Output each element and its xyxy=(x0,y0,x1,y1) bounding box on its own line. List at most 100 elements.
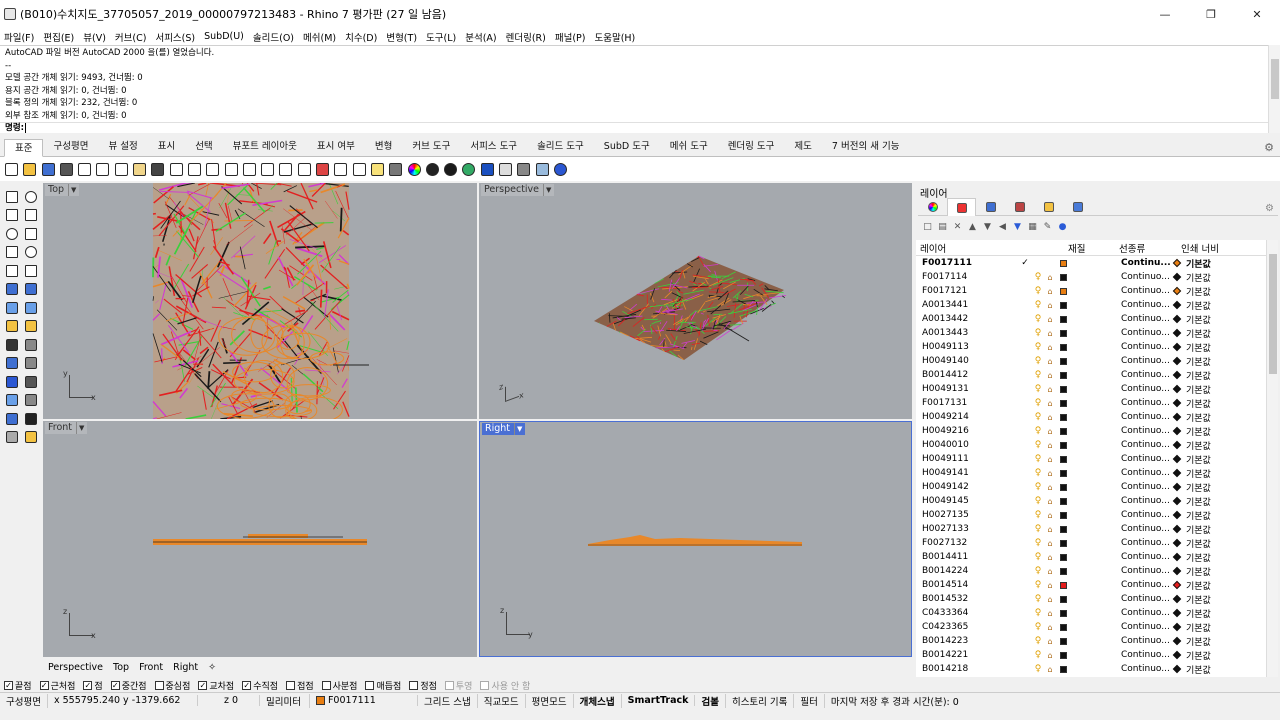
layer-row[interactable]: B0014221 ♀ ⌂ Continuo... 기본값 xyxy=(916,648,1266,662)
viewport-menu-chevron-icon[interactable]: ▼ xyxy=(76,422,84,434)
visibility-bulb-icon[interactable]: ♀ xyxy=(1032,356,1044,366)
cplane-icon[interactable] xyxy=(332,161,349,178)
menu-item-7[interactable]: 메쉬(M) xyxy=(303,30,336,44)
lightbulb-icon[interactable] xyxy=(369,161,386,178)
select-icon[interactable] xyxy=(351,161,368,178)
osnap-8[interactable]: 사분점 xyxy=(321,679,357,692)
viewport-label-right[interactable]: Right ▼ xyxy=(482,423,526,435)
layer-row[interactable]: B0014224 ♀ ⌂ Continuo... 기본값 xyxy=(916,564,1266,578)
layer-linetype[interactable]: Continuo... xyxy=(1121,636,1171,646)
osnap-checkbox[interactable] xyxy=(154,680,164,690)
select-icon[interactable] xyxy=(3,188,20,205)
layer-row[interactable]: H0049141 ♀ ⌂ Continuo... 기본값 xyxy=(916,466,1266,480)
cut-icon[interactable] xyxy=(94,161,111,178)
import-icon[interactable] xyxy=(76,161,93,178)
lock-icon[interactable]: ⌂ xyxy=(1044,637,1056,646)
layer-linetype[interactable]: Continuo... xyxy=(1121,272,1171,282)
tab-2[interactable]: 뷰 설정 xyxy=(98,138,147,156)
tab-14[interactable]: 제도 xyxy=(784,138,821,156)
rotate-view-icon[interactable] xyxy=(186,161,203,178)
circle-icon[interactable] xyxy=(3,225,20,242)
close-button[interactable]: ✕ xyxy=(1234,0,1280,28)
layer-linetype[interactable]: Continuo... xyxy=(1121,594,1171,604)
layer-color-swatch[interactable] xyxy=(1056,595,1070,603)
lock-icon[interactable]: ⌂ xyxy=(1044,273,1056,282)
extrude-icon[interactable] xyxy=(22,299,39,316)
environment-icon[interactable] xyxy=(460,161,477,178)
viewport-front[interactable]: Front ▼ zx xyxy=(43,421,477,657)
history-toggle[interactable]: 히스토리 기록 xyxy=(726,693,795,708)
tab-7[interactable]: 변형 xyxy=(365,138,402,156)
arc-icon[interactable] xyxy=(22,225,39,242)
viewport-label-top[interactable]: Top ▼ xyxy=(45,184,80,196)
zoom-window-icon[interactable] xyxy=(223,161,240,178)
box-icon[interactable] xyxy=(3,281,20,298)
lock-icon[interactable]: ⌂ xyxy=(1044,651,1056,660)
menu-item-12[interactable]: 렌더링(R) xyxy=(506,30,546,44)
layer-linetype[interactable]: Continuo... xyxy=(1121,552,1171,562)
filter-toggle[interactable]: 필터 xyxy=(794,693,825,708)
rectangle-icon[interactable] xyxy=(22,244,39,261)
layer-row[interactable]: H0049145 ♀ ⌂ Continuo... 기본값 xyxy=(916,494,1266,508)
visibility-bulb-icon[interactable]: ♀ xyxy=(1032,510,1044,520)
layer-states-icon[interactable]: ▦ xyxy=(1025,220,1040,234)
lock-icon[interactable]: ⌂ xyxy=(1044,329,1056,338)
pan-icon[interactable] xyxy=(168,161,185,178)
layer-row[interactable]: B0014411 ♀ ⌂ Continuo... 기본값 xyxy=(916,550,1266,564)
fillet-icon[interactable] xyxy=(22,262,39,279)
render-icon[interactable] xyxy=(3,429,20,446)
menu-item-10[interactable]: 도구(L) xyxy=(426,30,456,44)
viewport-menu-chevron-icon[interactable]: ▼ xyxy=(514,423,522,435)
lock-icon[interactable]: ⌂ xyxy=(1044,525,1056,534)
properties-tab-icon[interactable] xyxy=(976,198,1005,216)
viewport-tab-1[interactable]: Top xyxy=(113,662,129,673)
lock-icon[interactable]: ⌂ xyxy=(1044,497,1056,506)
zoom-selected-icon[interactable] xyxy=(259,161,276,178)
layer-row[interactable]: H0049111 ♀ ⌂ Continuo... 기본값 xyxy=(916,452,1266,466)
lock-icon[interactable]: ⌂ xyxy=(1044,343,1056,352)
osnap-checkbox[interactable]: ✓ xyxy=(110,680,120,690)
osnap-0[interactable]: ✓ 끝점 xyxy=(4,679,32,692)
menu-item-1[interactable]: 편집(E) xyxy=(43,30,74,44)
status-cplane[interactable]: 구성평면 xyxy=(0,693,48,708)
tab-4[interactable]: 선택 xyxy=(185,138,222,156)
layer-color-swatch[interactable] xyxy=(1056,441,1070,449)
visibility-bulb-icon[interactable]: ♀ xyxy=(1032,622,1044,632)
visibility-bulb-icon[interactable]: ♀ xyxy=(1032,650,1044,660)
layer-printwidth[interactable]: 기본값 xyxy=(1171,649,1231,662)
layer-color-swatch[interactable] xyxy=(1056,343,1070,351)
copy-icon[interactable] xyxy=(113,161,130,178)
layer-row[interactable]: H0027133 ♀ ⌂ Continuo... 기본값 xyxy=(916,522,1266,536)
osnap-checkbox[interactable]: ✓ xyxy=(83,680,93,690)
lock-icon[interactable]: ⌂ xyxy=(1044,455,1056,464)
lock-icon[interactable]: ⌂ xyxy=(1044,357,1056,366)
visibility-bulb-icon[interactable]: ♀ xyxy=(1032,482,1044,492)
set-view-icon[interactable] xyxy=(314,161,331,178)
layer-printwidth[interactable]: 기본값 xyxy=(1171,621,1231,634)
osnap-checkbox[interactable]: ✓ xyxy=(198,680,208,690)
viewport-tab-4[interactable]: ✧ xyxy=(208,662,216,673)
layer-printwidth[interactable]: 기본값 xyxy=(1171,313,1231,326)
layer-printwidth[interactable]: 기본값 xyxy=(1171,565,1231,578)
layer-printwidth[interactable]: 기본값 xyxy=(1171,397,1231,410)
material-icon[interactable] xyxy=(442,161,459,178)
layer-linetype[interactable]: Continuo... xyxy=(1121,566,1171,576)
zoom-dynamic-icon[interactable] xyxy=(204,161,221,178)
osnap-12[interactable]: 사용 안 함 xyxy=(480,679,530,692)
layer-color-swatch[interactable] xyxy=(1056,301,1070,309)
planar-toggle[interactable]: 평면모드 xyxy=(526,693,574,708)
paste-icon[interactable] xyxy=(131,161,148,178)
layer-color-swatch[interactable] xyxy=(1056,665,1070,673)
layer-linetype[interactable]: Continuo... xyxy=(1121,524,1171,534)
visibility-bulb-icon[interactable]: ♀ xyxy=(1032,454,1044,464)
visibility-bulb-icon[interactable]: ♀ xyxy=(1032,496,1044,506)
command-line[interactable]: 명령: xyxy=(0,122,1268,133)
group-icon[interactable] xyxy=(22,392,39,409)
check-icon[interactable] xyxy=(22,410,39,427)
tab-3[interactable]: 표시 xyxy=(148,138,185,156)
layer-color-swatch[interactable] xyxy=(1056,259,1070,267)
layer-color-swatch[interactable] xyxy=(1056,651,1070,659)
layer-linetype[interactable]: Continuo... xyxy=(1121,314,1171,324)
layer-linetype[interactable]: Continuo... xyxy=(1121,300,1171,310)
layer-color-swatch[interactable] xyxy=(1056,469,1070,477)
